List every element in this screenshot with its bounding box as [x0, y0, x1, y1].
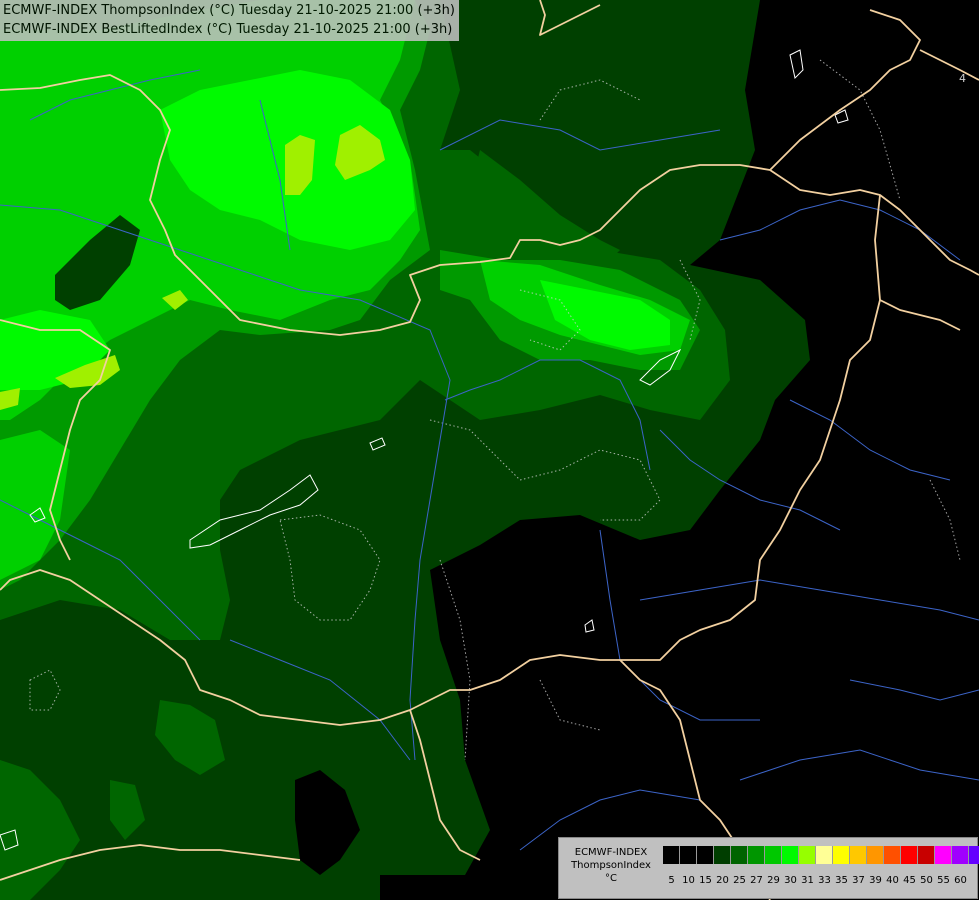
color-legend: ECMWF-INDEX ThompsonIndex °C 5 10 15 20 25 27…	[558, 837, 979, 899]
legend-swatch	[867, 846, 884, 864]
legend-model: ECMWF-INDEX	[574, 847, 648, 858]
legend-unit: °C	[605, 873, 617, 884]
legend-tick: 20	[716, 875, 729, 886]
legend-tick: 50	[920, 875, 933, 886]
title-line-bestlifted: ECMWF-INDEX BestLiftedIndex (°C) Tuesday…	[3, 22, 453, 37]
map-label: 4	[959, 72, 966, 85]
legend-tick: 15	[699, 875, 712, 886]
legend-swatch	[833, 846, 850, 864]
legend-swatch	[901, 846, 918, 864]
legend-swatch	[782, 846, 799, 864]
legend-tick: 60	[954, 875, 967, 886]
legend-label: ECMWF-INDEX ThompsonIndex °C	[563, 846, 659, 885]
legend-tick: 40	[886, 875, 899, 886]
legend-swatch	[731, 846, 748, 864]
legend-tick: 29	[767, 875, 780, 886]
legend-swatch	[714, 846, 731, 864]
legend-tick: 35	[835, 875, 848, 886]
legend-tick: 55	[937, 875, 950, 886]
legend-swatch	[765, 846, 782, 864]
legend-tick: 37	[852, 875, 865, 886]
title-line-thompson: ECMWF-INDEX ThompsonIndex (°C) Tuesday 2…	[3, 3, 455, 18]
weather-map: 4 ECMWF-INDEX ThompsonIndex (°C) Tuesday…	[0, 0, 979, 900]
legend-tick: 30	[784, 875, 797, 886]
legend-swatch	[850, 846, 867, 864]
legend-swatch	[952, 846, 969, 864]
map-canvas: 4	[0, 0, 979, 900]
legend-tick: 5	[668, 875, 675, 886]
legend-swatch	[816, 846, 833, 864]
legend-swatch	[884, 846, 901, 864]
legend-tick: 39	[869, 875, 882, 886]
legend-tick: 27	[750, 875, 763, 886]
legend-ticks: 5 10 15 20 25 27 29 30 31 33 35 37 39 40 45 50 55 60	[663, 874, 969, 888]
legend-swatches	[663, 846, 979, 864]
map-title: ECMWF-INDEX ThompsonIndex (°C) Tuesday 2…	[0, 0, 459, 41]
legend-swatch	[799, 846, 816, 864]
legend-tick: 31	[801, 875, 814, 886]
legend-swatch	[935, 846, 952, 864]
legend-swatch	[918, 846, 935, 864]
legend-parameter: ThompsonIndex	[571, 860, 651, 871]
legend-swatch	[697, 846, 714, 864]
legend-tick: 25	[733, 875, 746, 886]
legend-tick: 33	[818, 875, 831, 886]
legend-swatch	[969, 846, 979, 864]
legend-swatch	[680, 846, 697, 864]
legend-swatch	[663, 846, 680, 864]
legend-tick: 45	[903, 875, 916, 886]
legend-swatch	[748, 846, 765, 864]
legend-tick: 10	[682, 875, 695, 886]
